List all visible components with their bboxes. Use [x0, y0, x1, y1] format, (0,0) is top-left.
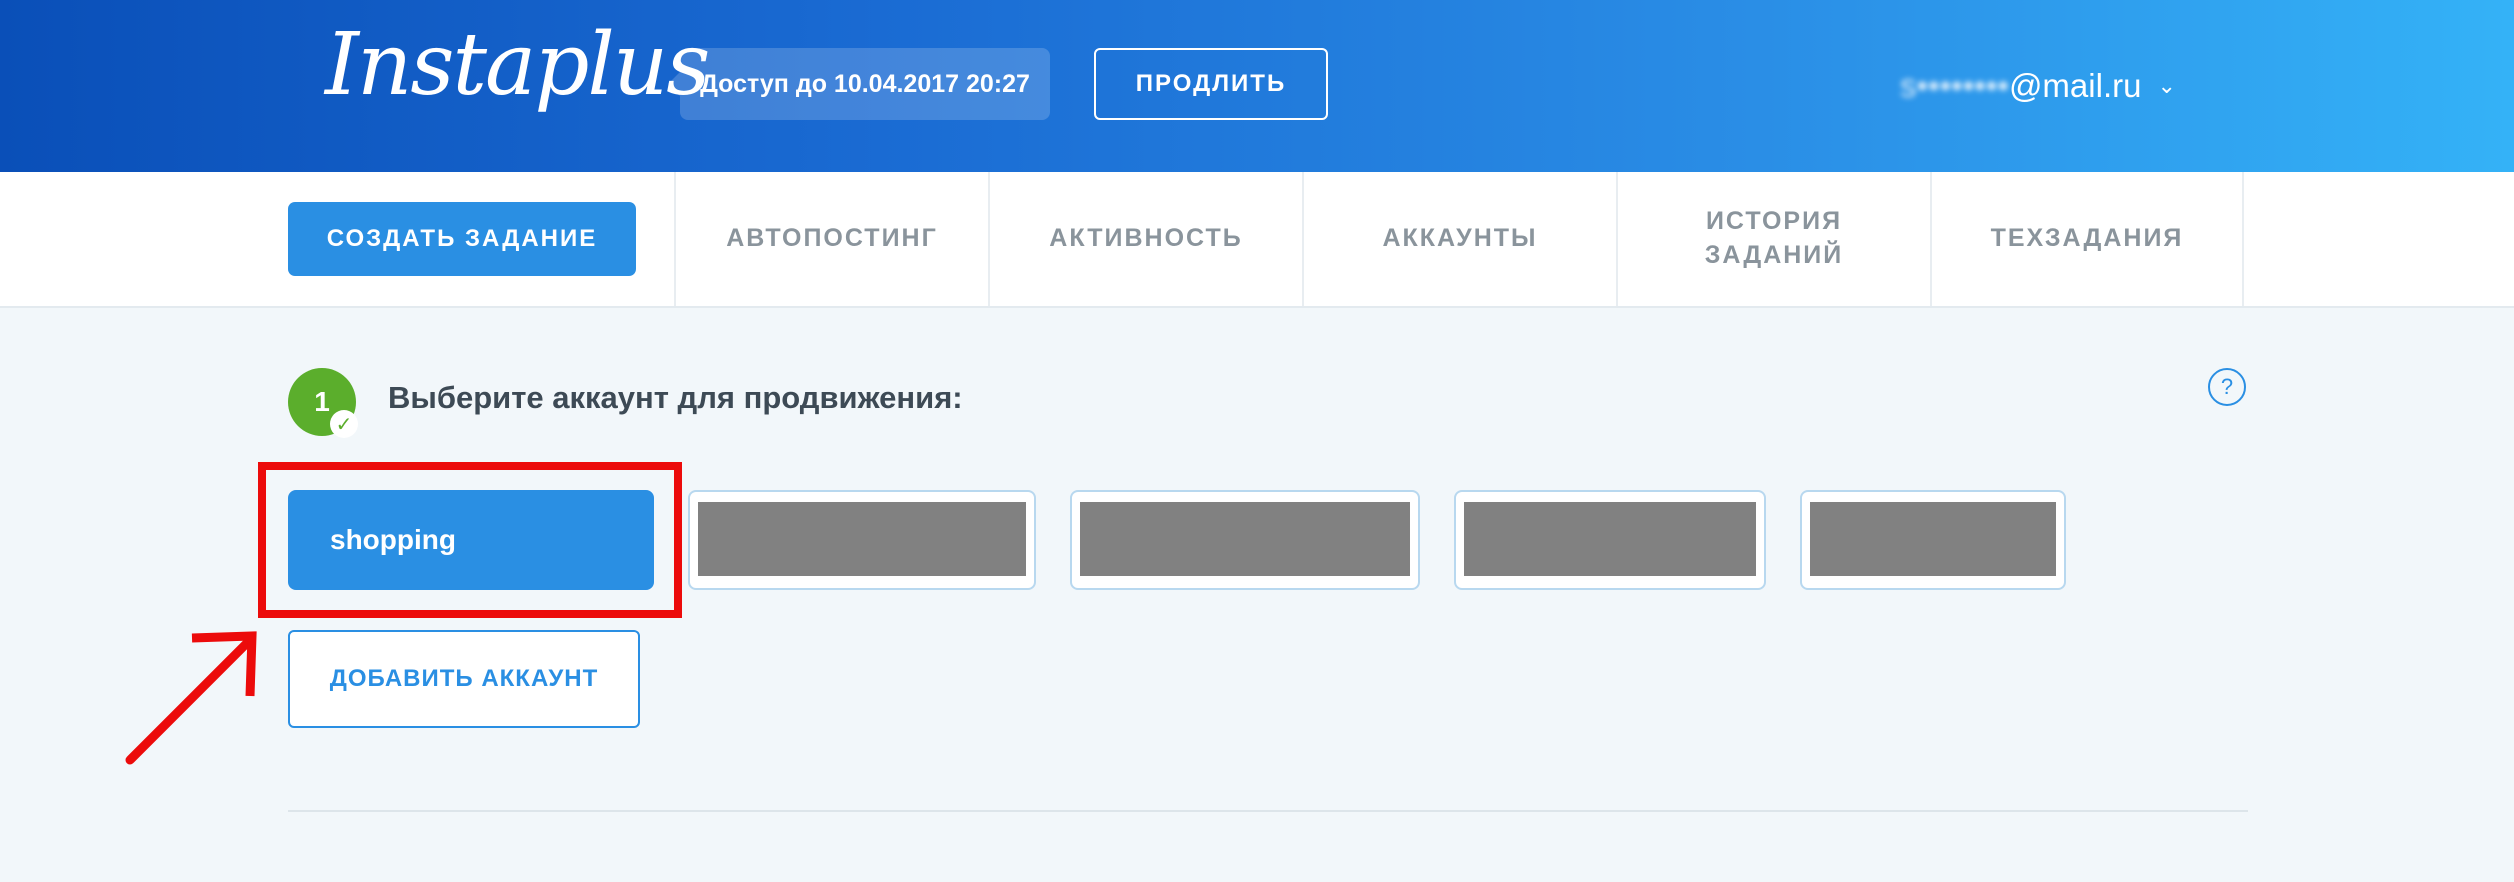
pointer-arrow-icon	[125, 631, 257, 765]
highlight-box	[258, 462, 682, 618]
tab-tech-tasks[interactable]: ТЕХЗАДАНИЯ	[1930, 172, 2244, 306]
account-card[interactable]	[1800, 490, 2066, 590]
access-until-badge: Доступ до 10.04.2017 20:27	[668, 48, 1050, 120]
help-icon[interactable]: ?	[2208, 368, 2246, 406]
redacted-account-name	[698, 502, 1026, 576]
tab-accounts[interactable]: АККАУНТЫ	[1302, 172, 1616, 306]
user-email-blurred: s••••••••	[1900, 67, 2009, 104]
add-account-button[interactable]: ДОБАВИТЬ АККАУНТ	[288, 630, 640, 728]
section-divider	[288, 810, 2248, 812]
account-card[interactable]	[1070, 490, 1420, 590]
chevron-down-icon[interactable]: ⌄	[2157, 73, 2175, 99]
redacted-account-name	[1080, 502, 1410, 576]
redacted-account-name	[1810, 502, 2056, 576]
instaplus-logo[interactable]: Instaplus	[325, 22, 710, 108]
tab-task-history[interactable]: ИСТОРИЯ ЗАДАНИЙ	[1616, 172, 1930, 306]
user-email-domain: @mail.ru	[2008, 67, 2142, 104]
account-card[interactable]	[1454, 490, 1766, 590]
main-nav: СОЗДАТЬ ЗАДАНИЕ АВТОПОСТИНГ АКТИВНОСТЬ А…	[0, 172, 2514, 308]
extend-subscription-button[interactable]: ПРОДЛИТЬ	[1094, 48, 1328, 120]
redacted-account-name	[1464, 502, 1756, 576]
create-task-button[interactable]: СОЗДАТЬ ЗАДАНИЕ	[288, 202, 636, 276]
check-icon: ✓	[330, 410, 358, 438]
top-header: Instaplus Доступ до 10.04.2017 20:27 ПРО…	[0, 0, 2514, 172]
tab-autoposting[interactable]: АВТОПОСТИНГ	[674, 172, 988, 306]
user-menu[interactable]: s•••••••• @mail.ru ⌄	[1900, 64, 2176, 108]
tab-activity[interactable]: АКТИВНОСТЬ	[988, 172, 1302, 306]
step-title: Выберите аккаунт для продвижения:	[388, 380, 963, 415]
account-card[interactable]	[688, 490, 1036, 590]
